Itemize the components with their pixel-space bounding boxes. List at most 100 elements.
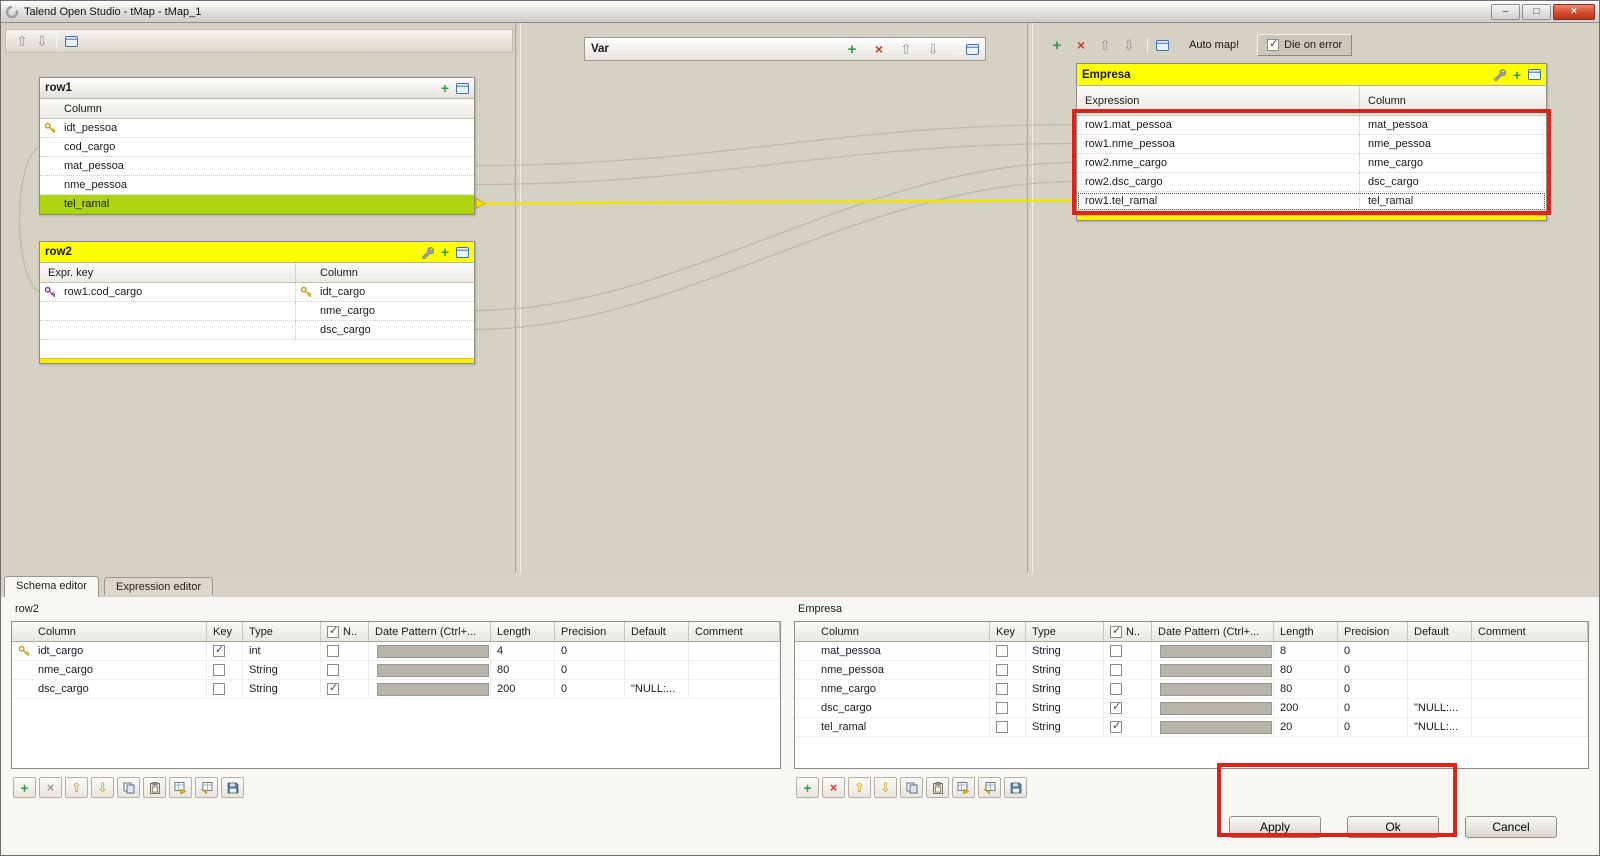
precision-cell[interactable]: 0 (1338, 718, 1408, 736)
comment-header[interactable]: Comment (1472, 622, 1588, 641)
lookup-row[interactable]: row1.cod_cargo idt_cargo (40, 283, 474, 302)
input-column-row[interactable]: idt_pessoa (40, 119, 474, 138)
import-schema-button[interactable] (169, 777, 192, 798)
apply-button[interactable]: Apply (1229, 816, 1321, 838)
nullable-checkbox[interactable] (327, 645, 339, 657)
column-name-cell[interactable]: nme_cargo (821, 683, 876, 695)
copy-button[interactable] (117, 777, 140, 798)
length-cell[interactable]: 80 (491, 661, 555, 679)
length-cell[interactable]: 8 (1274, 642, 1338, 660)
precision-cell[interactable]: 0 (555, 680, 625, 698)
output-mapping-row[interactable]: row1.mat_pessoa mat_pessoa (1077, 116, 1546, 135)
nullable-checkbox[interactable] (1110, 683, 1122, 695)
input-column-row[interactable]: nme_pessoa (40, 176, 474, 195)
expand-window-icon[interactable] (966, 44, 979, 55)
save-schema-button[interactable] (221, 777, 244, 798)
nullable-all-checkbox[interactable] (1110, 626, 1122, 638)
cancel-button[interactable]: Cancel (1465, 816, 1557, 838)
move-down-icon[interactable]: ⇩ (923, 39, 943, 59)
default-cell[interactable] (1408, 642, 1472, 660)
precision-header[interactable]: Precision (555, 622, 625, 641)
schema-row[interactable]: mat_pessoa String 8 0 (795, 642, 1588, 661)
length-cell[interactable]: 80 (1274, 680, 1338, 698)
expression-value[interactable]: row1.nme_pessoa (1085, 138, 1175, 150)
comment-cell[interactable] (1472, 699, 1588, 717)
paste-button[interactable] (143, 777, 166, 798)
wrench-icon[interactable] (421, 246, 434, 259)
precision-cell[interactable]: 0 (1338, 680, 1408, 698)
length-cell[interactable]: 20 (1274, 718, 1338, 736)
nullable-checkbox[interactable] (327, 664, 339, 676)
output-mapping-row[interactable]: row2.nme_cargo nme_cargo (1077, 154, 1546, 173)
input-column-row[interactable]: cod_cargo (40, 138, 474, 157)
comment-cell[interactable] (689, 642, 780, 660)
remove-var-icon[interactable]: × (869, 39, 889, 59)
expand-window-icon[interactable] (61, 31, 81, 51)
key-checkbox[interactable] (996, 683, 1008, 695)
comment-cell[interactable] (1472, 680, 1588, 698)
import-schema-button[interactable] (952, 777, 975, 798)
add-column-icon[interactable]: + (441, 247, 449, 257)
precision-cell[interactable]: 0 (1338, 661, 1408, 679)
comment-cell[interactable] (1472, 642, 1588, 660)
comment-header[interactable]: Comment (689, 622, 780, 641)
key-checkbox[interactable] (996, 645, 1008, 657)
date-pattern-header[interactable]: Date Pattern (Ctrl+... (369, 622, 491, 641)
schema-row[interactable]: idt_cargo int 4 0 (12, 642, 780, 661)
output-mapping-row[interactable]: row1.nme_pessoa nme_pessoa (1077, 135, 1546, 154)
move-down-icon[interactable]: ⇩ (32, 31, 52, 51)
nullable-checkbox[interactable] (1110, 721, 1122, 733)
type-cell[interactable]: String (243, 680, 321, 698)
delete-row-button[interactable]: × (39, 777, 62, 798)
default-header[interactable]: Default (1408, 622, 1472, 641)
column-header[interactable]: Column (12, 622, 207, 641)
nullable-all-checkbox[interactable] (327, 626, 339, 638)
type-cell[interactable]: String (1026, 680, 1104, 698)
precision-header[interactable]: Precision (1338, 622, 1408, 641)
default-cell[interactable]: "NULL:... (625, 680, 689, 698)
output-mapping-row[interactable]: row2.dsc_cargo dsc_cargo (1077, 173, 1546, 192)
precision-cell[interactable]: 0 (1338, 642, 1408, 660)
column-name-cell[interactable]: idt_cargo (38, 645, 83, 657)
die-on-error-checkbox[interactable] (1267, 39, 1279, 51)
delete-row-button[interactable]: × (822, 777, 845, 798)
type-cell[interactable]: String (1026, 661, 1104, 679)
expression-value[interactable]: row2.dsc_cargo (1085, 176, 1163, 188)
length-cell[interactable]: 4 (491, 642, 555, 660)
expand-window-icon[interactable] (1156, 40, 1169, 51)
comment-cell[interactable] (689, 680, 780, 698)
nullable-header[interactable]: N.. (1104, 622, 1152, 641)
move-up-button[interactable]: ⇧ (848, 777, 871, 798)
panel-splitter-left[interactable] (515, 23, 521, 573)
key-header[interactable]: Key (990, 622, 1026, 641)
key-checkbox[interactable] (213, 645, 225, 657)
column-name-cell[interactable]: nme_pessoa (821, 664, 884, 676)
date-pattern-header[interactable]: Date Pattern (Ctrl+... (1152, 622, 1274, 641)
precision-cell[interactable]: 0 (555, 661, 625, 679)
copy-button[interactable] (900, 777, 923, 798)
nullable-checkbox[interactable] (1110, 702, 1122, 714)
type-cell[interactable]: String (1026, 699, 1104, 717)
comment-cell[interactable] (689, 661, 780, 679)
tab-expression-editor[interactable]: Expression editor (104, 577, 213, 595)
key-checkbox[interactable] (996, 702, 1008, 714)
schema-row[interactable]: nme_pessoa String 80 0 (795, 661, 1588, 680)
move-up-icon[interactable]: ⇧ (12, 31, 32, 51)
expand-window-icon[interactable] (456, 247, 469, 258)
length-cell[interactable]: 200 (1274, 699, 1338, 717)
default-cell[interactable]: "NULL:... (1408, 718, 1472, 736)
expression-value[interactable]: row2.nme_cargo (1085, 157, 1167, 169)
nullable-checkbox[interactable] (1110, 645, 1122, 657)
add-row-button[interactable]: + (13, 777, 36, 798)
move-down-button[interactable]: ⇩ (874, 777, 897, 798)
key-checkbox[interactable] (213, 664, 225, 676)
auto-map-button[interactable]: Auto map! (1185, 37, 1243, 53)
default-cell[interactable] (625, 642, 689, 660)
type-cell[interactable]: String (1026, 642, 1104, 660)
add-output-icon[interactable]: + (1047, 35, 1067, 55)
paste-button[interactable] (926, 777, 949, 798)
key-checkbox[interactable] (213, 683, 225, 695)
comment-cell[interactable] (1472, 718, 1588, 736)
key-checkbox[interactable] (996, 721, 1008, 733)
move-up-icon[interactable]: ⇧ (896, 39, 916, 59)
